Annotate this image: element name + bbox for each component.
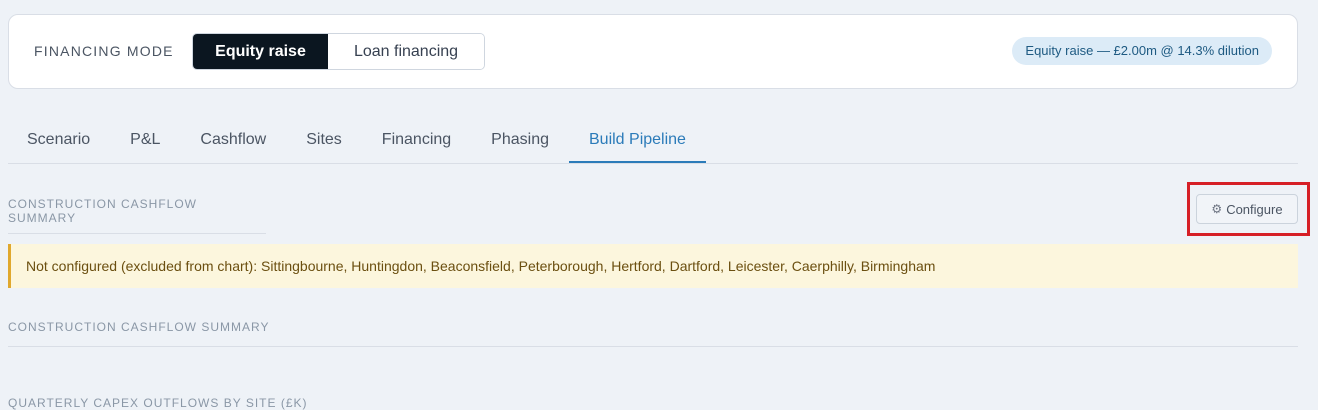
tab-financing[interactable]: Financing — [362, 118, 471, 163]
tab-bar: Scenario P&L Cashflow Sites Financing Ph… — [8, 118, 1298, 164]
tab-build-pipeline[interactable]: Build Pipeline — [569, 118, 706, 163]
quarterly-capex-heading: QUARTERLY CAPEX OUTFLOWS BY SITE (£K) — [8, 396, 308, 410]
tab-cashflow[interactable]: Cashflow — [180, 118, 286, 163]
tab-sites[interactable]: Sites — [286, 118, 362, 163]
financing-mode-label: FINANCING MODE — [34, 43, 174, 59]
configure-label: Configure — [1226, 201, 1283, 217]
tab-scenario[interactable]: Scenario — [8, 118, 110, 163]
section-divider — [8, 346, 1298, 347]
financing-mode-card: FINANCING MODE Equity raise Loan financi… — [8, 14, 1298, 89]
financing-mode-toggle: Equity raise Loan financing — [192, 33, 485, 70]
configure-button[interactable]: ⚙ Configure — [1196, 194, 1298, 224]
tab-pnl[interactable]: P&L — [110, 118, 180, 163]
financing-status-badge: Equity raise — £2.00m @ 14.3% dilution — [1012, 37, 1272, 65]
loan-financing-button[interactable]: Loan financing — [328, 34, 484, 69]
equity-raise-button[interactable]: Equity raise — [193, 34, 328, 69]
tab-phasing[interactable]: Phasing — [471, 118, 569, 163]
construction-cashflow-summary-heading: CONSTRUCTION CASHFLOW SUMMARY — [8, 197, 266, 234]
not-configured-warning: Not configured (excluded from chart): Si… — [8, 244, 1298, 288]
construction-cashflow-summary-subheading: CONSTRUCTION CASHFLOW SUMMARY — [8, 320, 270, 334]
gear-icon: ⚙ — [1211, 202, 1223, 216]
